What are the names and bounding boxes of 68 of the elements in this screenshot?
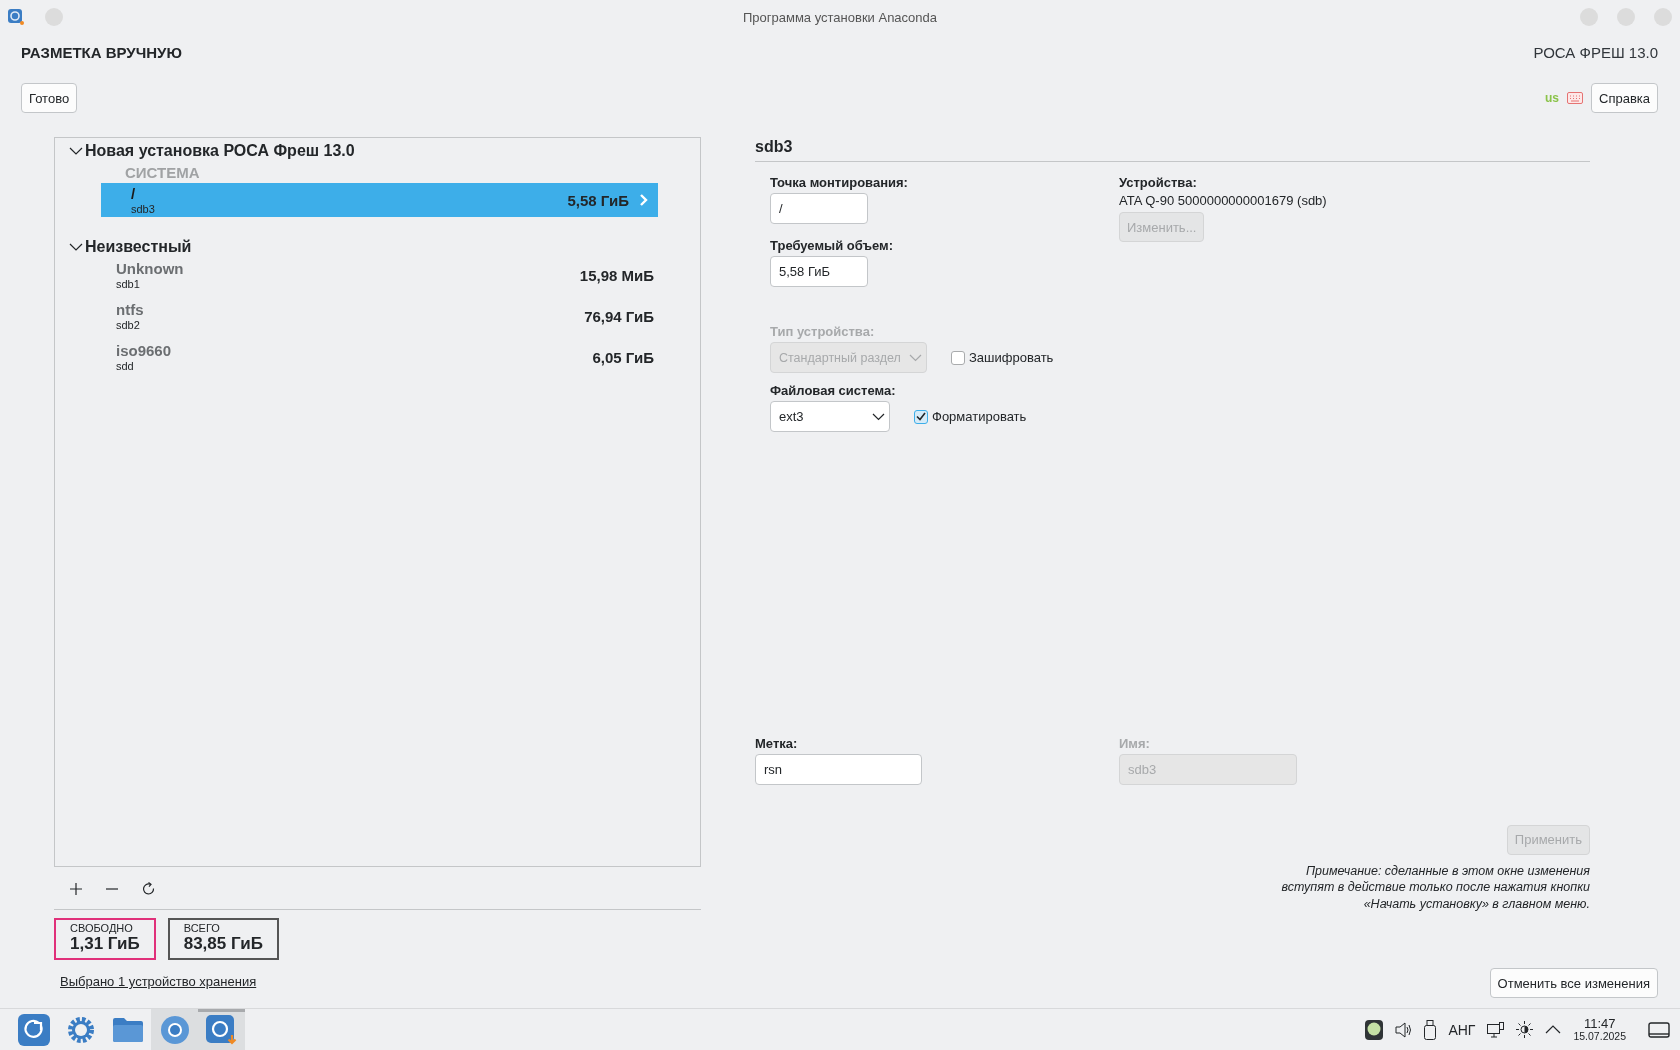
device-name: sdb3 xyxy=(131,202,155,216)
help-button[interactable]: Справка xyxy=(1591,83,1658,113)
keyboard-layout-indicator[interactable]: АНГ xyxy=(1448,1021,1476,1038)
window-title: Программа установки Anaconda xyxy=(742,9,937,25)
mount-point-field[interactable]: / xyxy=(770,193,868,224)
capacity-field[interactable]: 5,58 ГиБ xyxy=(770,256,868,287)
clock-time[interactable]: 11:47 xyxy=(1583,1017,1616,1030)
checkbox[interactable]: Зашифровать xyxy=(951,350,1054,365)
space-caption: СВОБОДНО xyxy=(70,922,134,934)
done-button[interactable]: Готово xyxy=(21,83,78,113)
field-label: Точка монтирования: xyxy=(770,175,909,190)
checkbox[interactable]: Форматировать xyxy=(914,409,1027,424)
storage-devices-link[interactable]: Выбрано 1 устройство хранения xyxy=(60,974,257,989)
group-label[interactable]: Неизвестный xyxy=(85,238,192,256)
device-name: sdb1 xyxy=(116,277,141,291)
partition-size: 15,98 МиБ xyxy=(579,266,654,284)
device-name: sdd xyxy=(116,359,135,373)
space-caption: ВСЕГО xyxy=(183,922,221,934)
browser-icon[interactable] xyxy=(159,1014,190,1045)
installer-icon xyxy=(8,9,24,25)
group-label[interactable]: Новая установка РОСА Фреш 13.0 xyxy=(85,142,355,160)
partition-size: 5,58 ГиБ xyxy=(567,191,629,209)
reset-all-button[interactable]: Отменить все изменения xyxy=(1489,968,1658,998)
label-field[interactable]: rsn xyxy=(755,753,922,785)
caret-up-icon[interactable] xyxy=(1545,1025,1562,1034)
note-text: Примечание: сделанные в этом окне изменения вступят в действие только после нажатия кнопки «Начать установку» в главном меню. xyxy=(1280,862,1590,912)
refresh-icon[interactable] xyxy=(142,882,156,896)
caret-down-icon xyxy=(909,353,922,362)
field-label: Тип устройства: xyxy=(770,324,876,339)
partition-name: iso9660 xyxy=(116,341,172,360)
section-label: СИСТЕМА xyxy=(125,163,201,183)
checkmark-icon xyxy=(916,412,926,421)
page-title: РАЗМЕТКА ВРУЧНУЮ xyxy=(21,43,182,61)
caret-down-icon xyxy=(872,412,885,421)
device-name: sdb2 xyxy=(116,318,141,332)
usb-drive-icon[interactable] xyxy=(1424,1019,1437,1040)
installer-icon[interactable] xyxy=(205,1015,238,1047)
partition-name: ntfs xyxy=(116,300,144,319)
partition-name: Unknown xyxy=(116,259,184,278)
speaker-icon[interactable] xyxy=(1395,1021,1413,1038)
network-icon[interactable] xyxy=(1487,1021,1505,1038)
field-label: Требуемый объем: xyxy=(770,238,895,253)
file-system-dropdown[interactable]: ext3 xyxy=(770,401,890,432)
launcher-icon[interactable] xyxy=(17,1013,50,1046)
add-icon[interactable] xyxy=(70,883,82,895)
field-label: Файловая система: xyxy=(770,383,897,398)
folder-icon[interactable] xyxy=(111,1016,144,1043)
partition-size: 6,05 ГиБ xyxy=(592,348,654,366)
partition-row[interactable]: Unknown sdb1 15,98 МиБ xyxy=(101,258,658,292)
chevron-right-icon xyxy=(639,193,648,207)
space-value: 1,31 ГиБ xyxy=(70,934,140,954)
partition-row[interactable]: iso9660 sdd 6,05 ГиБ xyxy=(101,340,658,374)
partition-row[interactable]: / sdb3 5,58 ГиБ xyxy=(101,183,658,217)
field-label: Имя: xyxy=(1119,735,1151,751)
gear-icon[interactable] xyxy=(65,1014,96,1045)
clock-date[interactable]: 15.07.2025 xyxy=(1573,1029,1626,1042)
partition-row[interactable]: ntfs sdb2 76,94 ГиБ xyxy=(101,299,658,333)
partition-name: / xyxy=(131,184,137,203)
field-label: Устройства: xyxy=(1119,175,1198,190)
product-name: РОСА ФРЕШ 13.0 xyxy=(1533,43,1658,61)
brightness-icon[interactable] xyxy=(1516,1021,1534,1038)
partition-title: sdb3 xyxy=(755,137,1590,162)
keyboard-icon[interactable] xyxy=(1567,92,1583,104)
device-description: ATA Q-90 5000000000001679 (sdb) xyxy=(1119,193,1327,208)
space-value: 83,85 ГиБ xyxy=(183,934,263,954)
field-label: Метка: xyxy=(755,735,799,751)
partition-size: 76,94 ГиБ xyxy=(584,307,654,325)
show-desktop-icon[interactable] xyxy=(1648,1021,1670,1038)
